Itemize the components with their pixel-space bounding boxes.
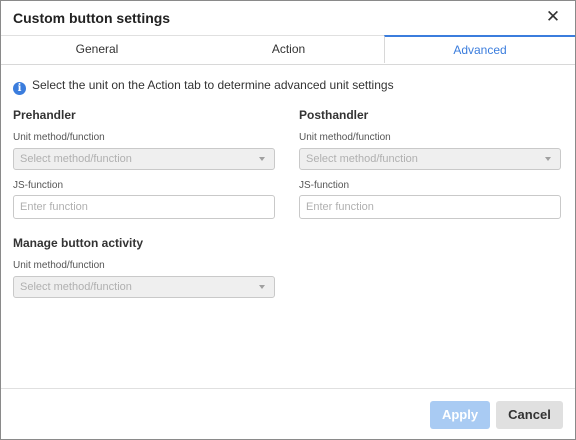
activity-title: Manage button activity	[13, 236, 144, 250]
close-icon[interactable]: ✕	[545, 8, 561, 26]
info-message: i Select the unit on the Action tab to de…	[13, 78, 394, 95]
activity-method-label: Unit method/function	[13, 260, 105, 271]
custom-button-settings-dialog: Custom button settings ✕ General Action …	[0, 0, 576, 440]
chevron-down-icon	[259, 157, 265, 161]
info-text: Select the unit on the Action tab to det…	[32, 78, 394, 92]
cancel-button[interactable]: Cancel	[496, 401, 563, 429]
activity-method-placeholder: Select method/function	[20, 281, 132, 293]
tab-bar: General Action Advanced	[1, 35, 575, 65]
posthandler-method-label: Unit method/function	[299, 132, 391, 143]
posthandler-method-placeholder: Select method/function	[306, 153, 418, 165]
prehandler-js-placeholder: Enter function	[20, 201, 88, 213]
dialog-footer: Apply Cancel	[1, 388, 575, 440]
prehandler-method-select[interactable]: Select method/function	[13, 148, 275, 170]
tab-general[interactable]: General	[1, 36, 193, 63]
activity-method-select[interactable]: Select method/function	[13, 276, 275, 298]
prehandler-js-input[interactable]: Enter function	[13, 195, 275, 219]
posthandler-js-placeholder: Enter function	[306, 201, 374, 213]
prehandler-title: Prehandler	[13, 108, 76, 122]
chevron-down-icon	[545, 157, 551, 161]
dialog-title: Custom button settings	[13, 10, 171, 26]
apply-button[interactable]: Apply	[430, 401, 490, 429]
posthandler-method-select[interactable]: Select method/function	[299, 148, 561, 170]
info-icon: i	[13, 82, 26, 95]
tab-action[interactable]: Action	[193, 36, 384, 63]
prehandler-js-label: JS-function	[13, 180, 64, 191]
prehandler-method-placeholder: Select method/function	[20, 153, 132, 165]
dialog-titlebar: Custom button settings ✕	[1, 1, 575, 36]
chevron-down-icon	[259, 285, 265, 289]
posthandler-title: Posthandler	[299, 108, 369, 122]
tab-advanced[interactable]: Advanced	[384, 35, 575, 63]
prehandler-method-label: Unit method/function	[13, 132, 105, 143]
posthandler-js-input[interactable]: Enter function	[299, 195, 561, 219]
posthandler-js-label: JS-function	[299, 180, 350, 191]
